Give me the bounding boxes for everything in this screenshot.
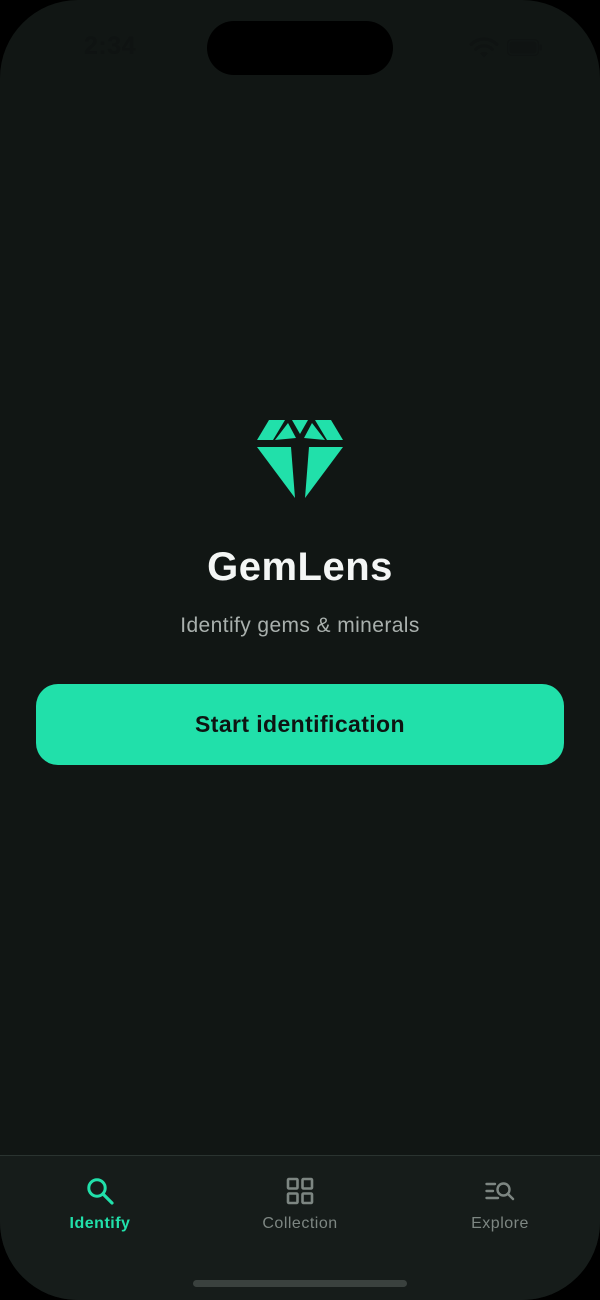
home-indicator [193, 1280, 407, 1287]
tab-bar: Identify Collection Explore [0, 1155, 600, 1300]
tab-explore-label: Explore [471, 1215, 529, 1232]
battery-icon [507, 39, 542, 56]
search-icon [87, 1178, 114, 1205]
grid-icon [286, 1177, 314, 1205]
status-time: 2:34 [84, 32, 137, 60]
tab-identify-label: Identify [69, 1215, 131, 1232]
start-identification-button[interactable]: Start identification [36, 684, 564, 765]
dynamic-island [207, 21, 393, 75]
phone-screen: 2:34 GemLens Identify gems & minerals St… [0, 0, 600, 1300]
tab-explore[interactable]: Explore [400, 1174, 600, 1244]
app-subtitle: Identify gems & minerals [180, 614, 420, 637]
tab-collection[interactable]: Collection [200, 1174, 400, 1244]
wifi-icon [469, 37, 499, 58]
list-search-icon [485, 1182, 515, 1201]
start-identification-label: Start identification [195, 711, 405, 737]
diamond-icon [257, 420, 343, 498]
tab-collection-label: Collection [262, 1215, 338, 1232]
tab-identify[interactable]: Identify [0, 1174, 200, 1244]
app-title: GemLens [207, 545, 393, 589]
